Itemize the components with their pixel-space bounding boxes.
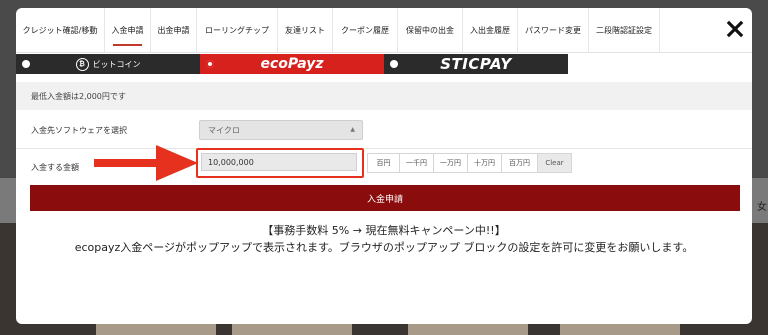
payment-option-bitcoin[interactable]: ₿ ビットコイン — [16, 54, 200, 74]
add-100-button[interactable]: 百円 — [367, 153, 400, 173]
payment-method-bar: ₿ ビットコイン ecoPayz STICPAY — [16, 54, 568, 74]
amount-highlight — [196, 148, 364, 178]
caret-up-icon: ▲ — [350, 126, 355, 133]
radio-button[interactable] — [22, 60, 30, 68]
deposit-modal: クレジット確認/移動 入金申請 出金申請 ローリングチップ 友達リスト クーポン… — [16, 8, 752, 324]
tab-withdraw-request[interactable]: 出金申請 — [151, 8, 197, 52]
annotation-arrow-icon — [94, 145, 198, 181]
add-100000-button[interactable]: 十万円 — [467, 153, 502, 173]
payment-option-sticpay[interactable]: STICPAY — [384, 54, 568, 74]
tab-coupon-history[interactable]: クーポン履歴 — [333, 8, 398, 52]
bitcoin-icon: ₿ — [75, 57, 89, 71]
payment-option-ecopayz[interactable]: ecoPayz — [200, 54, 384, 74]
notice: 【事務手数料 5% → 現在無料キャンペーン中!!】 ecopayz入金ページが… — [16, 222, 752, 256]
notice-line-1: 【事務手数料 5% → 現在無料キャンペーン中!!】 — [262, 224, 506, 237]
submit-deposit-button[interactable]: 入金申請 — [30, 185, 740, 211]
ecopayz-logo: ecoPayz — [260, 56, 324, 72]
add-1000000-button[interactable]: 百万円 — [501, 153, 538, 173]
amount-unit-buttons: 百円 一千円 一万円 十万円 百万円 Clear — [367, 153, 572, 173]
tab-password-change[interactable]: パスワード変更 — [518, 8, 589, 52]
minimum-deposit-note: 最低入金額は2,000円です — [16, 82, 752, 110]
close-icon[interactable] — [726, 20, 744, 38]
background-text: 女 — [757, 202, 767, 213]
tab-two-factor-settings[interactable]: 二段階認証設定 — [589, 8, 660, 52]
sticpay-logo: STICPAY — [440, 55, 512, 73]
software-select-label: 入金先ソフトウェアを選択 — [31, 126, 127, 135]
payment-option-label: ビットコイン — [92, 59, 141, 69]
radio-button-selected[interactable] — [206, 60, 214, 68]
notice-line-2: ecopayz入金ページがポップアップで表示されます。ブラウザのポップアップ ブ… — [74, 241, 694, 254]
tab-credit-check[interactable]: クレジット確認/移動 — [16, 8, 105, 52]
tab-rolling-chip[interactable]: ローリングチップ — [197, 8, 278, 52]
add-1000-button[interactable]: 一千円 — [399, 153, 434, 173]
tab-transaction-history[interactable]: 入出金履歴 — [463, 8, 518, 52]
software-select[interactable]: マイクロ ▲ — [199, 120, 363, 140]
add-10000-button[interactable]: 一万円 — [433, 153, 468, 173]
amount-label: 入金する金額 — [31, 163, 79, 172]
tab-friend-list[interactable]: 友達リスト — [278, 8, 333, 52]
tab-bar: クレジット確認/移動 入金申請 出金申請 ローリングチップ 友達リスト クーポン… — [16, 8, 752, 53]
tab-deposit-request[interactable]: 入金申請 — [105, 8, 151, 52]
radio-button[interactable] — [390, 60, 398, 68]
tab-pending-withdrawal[interactable]: 保留中の出金 — [398, 8, 463, 52]
amount-input[interactable] — [201, 153, 357, 171]
clear-button[interactable]: Clear — [537, 153, 572, 173]
